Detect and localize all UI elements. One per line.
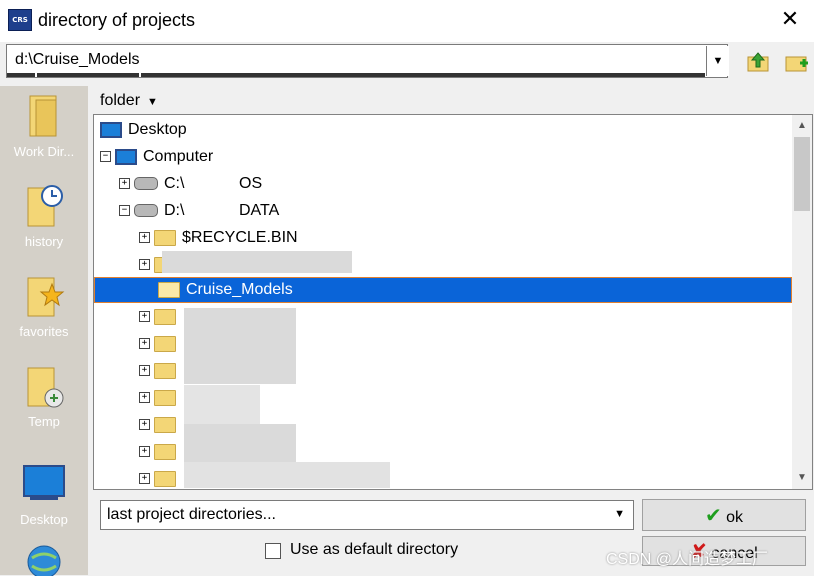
monitor-icon [100, 121, 122, 138]
scroll-up-icon[interactable]: ▲ [792, 117, 812, 135]
drive-label: OS [239, 175, 263, 192]
folder-icon [154, 470, 176, 487]
default-directory-checkbox[interactable] [265, 543, 281, 559]
folder-icon [154, 335, 176, 352]
sidebar: Work Dir... history favorites Temp Deskt… [0, 86, 88, 576]
combo-arrow-icon[interactable]: ▼ [614, 508, 625, 520]
tree-item-label: Computer [143, 148, 214, 165]
close-icon[interactable]: ✕ [778, 6, 802, 34]
favorites-folder-icon [27, 277, 65, 317]
work-dir-folder-icon [29, 95, 57, 137]
window-title: directory of projects [38, 10, 196, 30]
folder-open-icon [158, 281, 180, 298]
collapse-icon[interactable]: − [100, 151, 111, 163]
history-folder-icon [27, 185, 63, 227]
scroll-thumb[interactable] [794, 137, 810, 211]
watermark-text: CSDN @人间造梦工厂 [606, 551, 769, 568]
computer-icon [115, 148, 137, 165]
tree-item-label: $RECYCLE.BIN [182, 229, 298, 246]
folder-icon [154, 229, 176, 246]
tree-item-drive-d[interactable]: − D:\ DATA [119, 198, 279, 224]
sidebar-item-temp[interactable]: Temp [0, 360, 88, 429]
up-folder-icon[interactable] [746, 50, 770, 74]
expand-icon[interactable]: + [139, 338, 150, 350]
expand-icon[interactable]: + [139, 365, 150, 377]
check-icon: ✔ [704, 503, 722, 527]
path-dropdown-arrow-icon[interactable]: ▼ [706, 46, 729, 76]
sidebar-item-label: history [24, 234, 64, 249]
tree-item-label: Desktop [128, 121, 187, 138]
expand-icon[interactable]: + [119, 178, 130, 190]
redacted-area [184, 424, 296, 462]
sidebar-item-desktop[interactable]: Desktop [0, 458, 88, 527]
redacted-area [184, 308, 296, 384]
sidebar-item-label: Temp [28, 414, 60, 429]
network-globe-icon[interactable] [24, 540, 64, 576]
scroll-down-icon[interactable]: ▼ [792, 469, 812, 487]
tree-item-redacted[interactable]: + [139, 385, 182, 411]
desktop-icon [23, 465, 65, 500]
last-directories-select[interactable]: last project directories... ▼ [100, 500, 634, 530]
folder-icon [154, 443, 176, 460]
tree-item-redacted[interactable]: + [139, 412, 182, 438]
new-folder-icon[interactable] [784, 50, 808, 74]
expand-icon[interactable]: + [139, 259, 150, 271]
expand-icon[interactable]: + [139, 446, 150, 458]
folder-icon [154, 308, 176, 325]
expand-icon[interactable]: + [139, 419, 150, 431]
path-value: d:\Cruise_Models [15, 51, 140, 68]
tree-item-redacted[interactable]: + [139, 331, 182, 357]
folder-dropdown-arrow-icon[interactable]: ▼ [147, 96, 158, 108]
app-icon: CRS [8, 9, 32, 31]
ok-label: ok [726, 509, 744, 526]
folder-header-label[interactable]: folder [100, 92, 140, 110]
tree-item-cruise-models[interactable]: Cruise_Models [158, 277, 293, 303]
expand-icon[interactable]: + [139, 311, 150, 323]
expand-icon[interactable]: + [139, 473, 150, 485]
path-tick [35, 69, 37, 77]
redacted-area [184, 385, 260, 425]
sidebar-item-work-dir[interactable]: Work Dir... [0, 90, 88, 159]
collapse-icon[interactable]: − [119, 205, 130, 217]
redacted-area [184, 462, 390, 488]
drive-icon [134, 177, 158, 191]
tree-item-redacted[interactable]: + [139, 466, 182, 492]
tree-item-desktop[interactable]: Desktop [100, 117, 187, 143]
tree-item-redacted[interactable]: + [139, 304, 182, 330]
combo-value: last project directories... [107, 506, 276, 523]
redacted-area [162, 251, 352, 273]
sidebar-item-label: favorites [19, 324, 69, 339]
drive-icon [134, 204, 158, 218]
ok-button[interactable]: ✔ ok [642, 499, 806, 531]
sidebar-item-label: Desktop [20, 512, 68, 527]
expand-icon[interactable]: + [139, 392, 150, 404]
path-progress-bar [7, 69, 705, 77]
drive-name: D:\ [164, 202, 185, 219]
sidebar-item-history[interactable]: history [0, 180, 88, 249]
tree-item-label: Cruise_Models [186, 281, 293, 298]
folder-icon [154, 362, 176, 379]
folder-icon [154, 389, 176, 406]
title-bar: CRS directory of projects ✕ [0, 0, 814, 42]
temp-folder-icon [27, 367, 64, 408]
sidebar-item-favorites[interactable]: favorites [0, 270, 88, 339]
drive-label: DATA [239, 202, 280, 219]
path-tick [139, 69, 141, 77]
sidebar-item-label: Work Dir... [13, 144, 75, 159]
tree-item-redacted[interactable]: + [139, 358, 182, 384]
folder-icon [154, 416, 176, 433]
tree-item-recycle-bin[interactable]: + $RECYCLE.BIN [139, 225, 298, 251]
tree-item-redacted[interactable]: + [139, 439, 182, 465]
drive-name: C:\ [164, 175, 185, 192]
expand-icon[interactable]: + [139, 232, 150, 244]
tree-item-computer[interactable]: − Computer [100, 144, 213, 170]
path-input[interactable]: d:\Cruise_Models [6, 44, 728, 78]
tree-scrollbar[interactable]: ▲ ▼ [792, 115, 812, 489]
default-directory-label: Use as default directory [290, 541, 459, 558]
tree-item-drive-c[interactable]: + C:\ OS [119, 171, 262, 197]
